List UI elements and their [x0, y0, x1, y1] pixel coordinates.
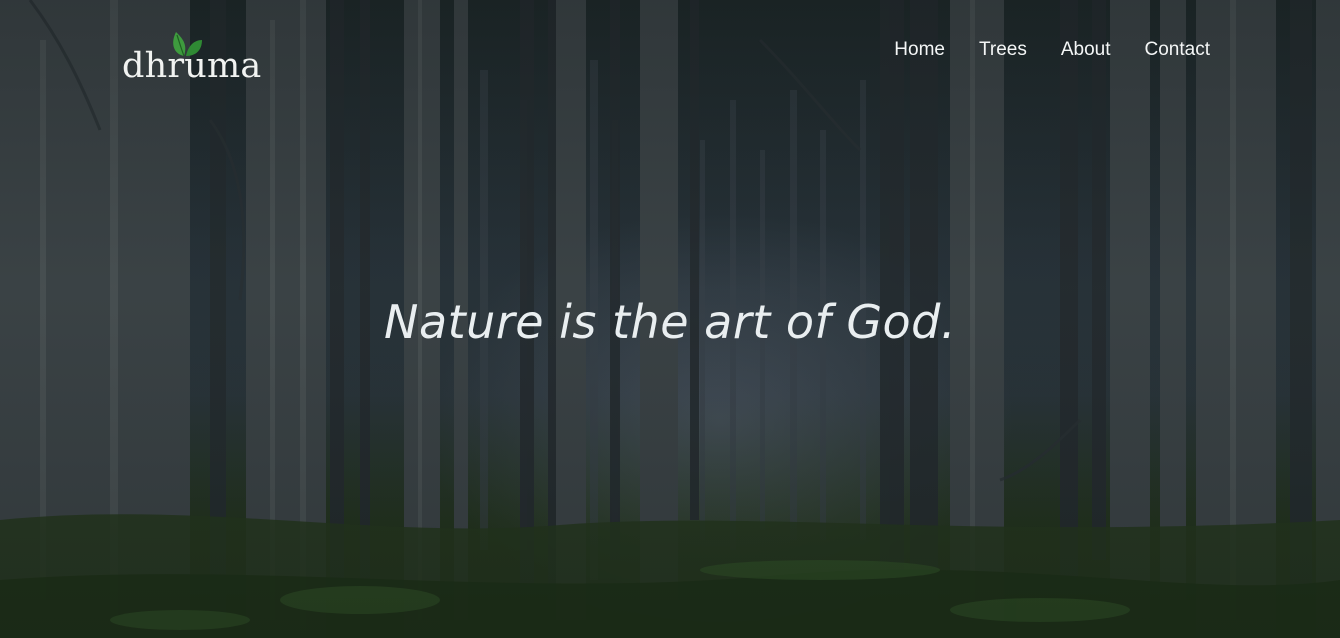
nav-item-home[interactable]: Home [894, 36, 945, 64]
hero-section: dhruma Home Trees About Contact Nature i… [0, 0, 1340, 638]
main-nav: Home Trees About Contact [894, 36, 1210, 64]
nav-item-contact[interactable]: Contact [1145, 36, 1210, 64]
nav-item-about[interactable]: About [1061, 36, 1111, 64]
brand-name: dhruma [122, 46, 262, 86]
nav-item-trees[interactable]: Trees [979, 36, 1027, 64]
hero-quote: Nature is the art of God. [384, 295, 956, 349]
brand-logo[interactable]: dhruma [122, 26, 261, 86]
site-header: dhruma Home Trees About Contact [0, 0, 1340, 100]
